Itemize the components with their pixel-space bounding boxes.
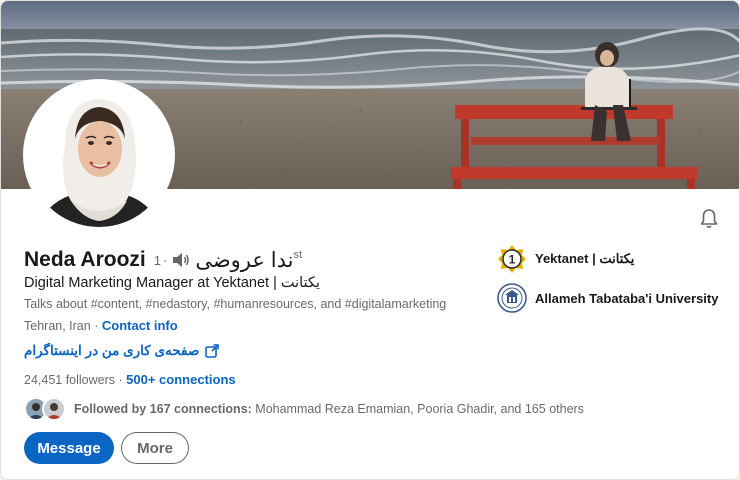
bell-icon[interactable] <box>697 207 721 231</box>
degree-separator: · <box>162 252 168 268</box>
more-button[interactable]: More <box>121 432 189 464</box>
svg-text:1: 1 <box>509 253 516 267</box>
connections-link[interactable]: 500+ connections <box>126 372 235 387</box>
followed-names: Mohammad Reza Emamian, Pooria Ghadir, an… <box>251 402 584 416</box>
followers-count: 24,451 followers <box>24 373 116 387</box>
mutual-avatars <box>24 397 68 421</box>
profile-name-native: ندا عروضی <box>195 248 294 272</box>
followed-prefix: Followed by 167 connections: <box>74 402 252 416</box>
network-separator: · <box>118 373 127 387</box>
followed-by-text: Followed by 167 connections: Mohammad Re… <box>74 402 584 416</box>
mutual-connections[interactable]: Followed by 167 connections: Mohammad Re… <box>24 397 584 421</box>
profile-name: Neda Aroozi <box>24 248 146 271</box>
website-label: صفحه‌ی کاری من در اینستاگرام <box>24 343 200 358</box>
contact-info-link[interactable]: Contact info <box>102 318 178 333</box>
location: Tehran, Iran <box>24 319 91 333</box>
external-link-icon <box>205 344 220 358</box>
talks-about: Talks about #content, #nedastory, #human… <box>24 297 447 311</box>
avatar <box>42 397 66 421</box>
speaker-icon[interactable] <box>171 251 191 269</box>
name-row: Neda Aroozi 1 · ندا عروضی st <box>24 245 302 275</box>
education-label: Allameh Tabataba'i University <box>535 290 719 306</box>
network-row: 24,451 followers · 500+ connections <box>24 372 236 387</box>
yektanet-logo-icon: 1 <box>498 245 526 273</box>
message-button[interactable]: Message <box>24 432 114 464</box>
experience-yektanet[interactable]: 1 Yektanet | یکتانت <box>497 244 634 274</box>
profile-headline: Digital Marketing Manager at Yektanet | … <box>24 275 320 291</box>
connection-degree: 1 <box>153 252 161 268</box>
education-atu[interactable]: Allameh Tabataba'i University <box>497 283 718 313</box>
location-separator: · <box>94 319 99 333</box>
university-seal-icon <box>497 283 527 313</box>
experience-label: Yektanet | یکتانت <box>535 251 635 266</box>
degree-suffix: st <box>293 249 303 261</box>
profile-card: Neda Aroozi 1 · ندا عروضی st Digital Mar… <box>0 0 740 480</box>
profile-photo[interactable] <box>23 79 175 231</box>
website-link[interactable]: صفحه‌ی کاری من در اینستاگرام <box>24 343 220 359</box>
location-row: Tehran, Iran · Contact info <box>24 318 178 333</box>
